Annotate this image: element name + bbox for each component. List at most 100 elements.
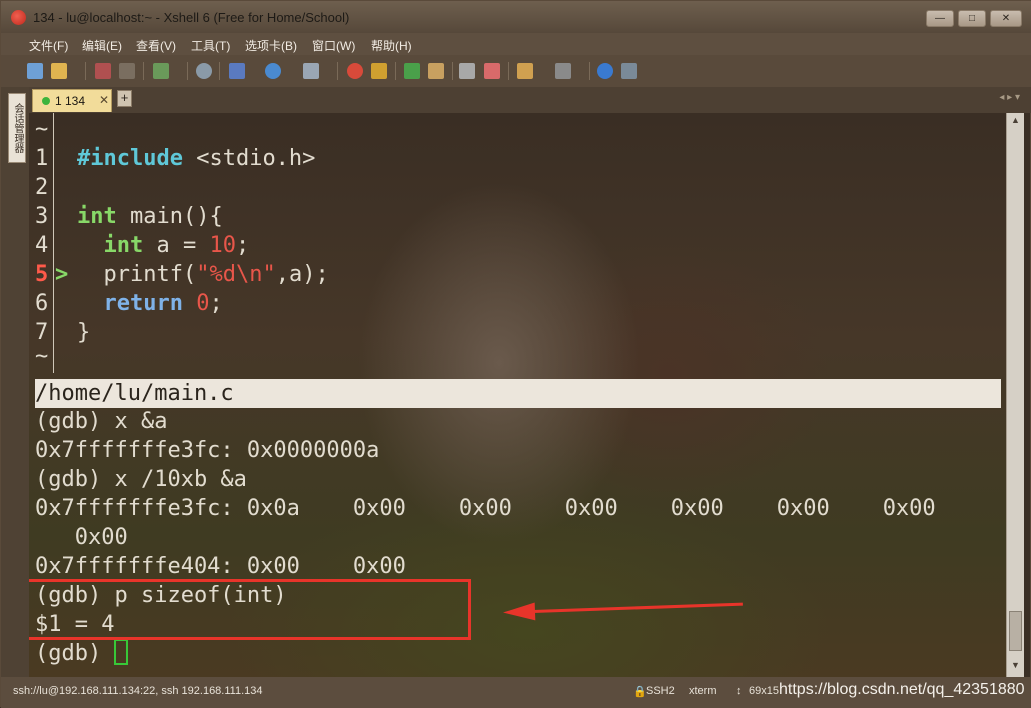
annotation-highlight-box [29, 579, 471, 640]
line-number: 4 [35, 233, 49, 258]
minimize-button[interactable]: — [926, 10, 954, 27]
connected-status-icon [42, 97, 50, 105]
maximize-button[interactable]: □ [958, 10, 986, 27]
chat-icon[interactable] [621, 63, 637, 79]
gdb-prompt-line[interactable]: (gdb) [35, 639, 129, 668]
tab-label: 1 134 [55, 94, 86, 108]
layout-icon[interactable] [555, 63, 571, 79]
terminal-type: xterm [689, 685, 717, 697]
code-token: main(){ [116, 204, 223, 229]
title-bar: 134 - lu@localhost:~ - Xshell 6 (Free fo… [1, 1, 1031, 33]
code-line: int main(){ [77, 202, 223, 231]
protocol-label: SSH2 [646, 685, 675, 697]
empty-line-tilde: ~ [35, 344, 49, 369]
session-manager-tab[interactable]: 会话管理器 [8, 93, 26, 163]
annotation-arrow-head [502, 602, 536, 622]
code-line: return 0; [77, 289, 223, 318]
code-token: #include [77, 146, 183, 171]
scroll-thumb[interactable] [1009, 611, 1022, 651]
code-line: int a = 10; [77, 231, 250, 260]
properties-icon[interactable] [153, 63, 169, 79]
code-token: ,a); [275, 262, 329, 287]
code-token: 10 [209, 233, 236, 258]
terminal-area[interactable]: ~1 #include <stdio.h> 2 3 int main(){ 4 int a… [29, 113, 1006, 677]
code-token: return [103, 291, 183, 316]
line-number: 6 [35, 291, 49, 316]
tab-session-134[interactable]: 1 134 ✕ [32, 89, 112, 112]
scroll-up-icon[interactable]: ▲ [1008, 115, 1023, 130]
menu-tabs[interactable]: 选项卡(B) [245, 37, 297, 54]
highlight-pen-icon[interactable] [484, 63, 500, 79]
source-file-path: /home/lu/main.c [35, 379, 1001, 408]
color-scheme-icon[interactable] [229, 63, 245, 79]
menu-view[interactable]: 查看(V) [136, 37, 176, 54]
code-token: <stdio.h> [182, 146, 316, 171]
csdn-watermark: https://blog.csdn.net/qq_42351880 [779, 681, 1025, 698]
gdb-output-line: 0x7fffffffe3fc: 0x0a 0x00 0x00 0x00 0x00… [35, 496, 936, 521]
code-token: int [77, 204, 117, 229]
globe-icon[interactable] [265, 63, 281, 79]
lock-icon[interactable] [428, 63, 444, 79]
current-line-marker: > [55, 262, 69, 287]
line-number: 2 [35, 175, 49, 200]
gdb-prompt: (gdb) [35, 641, 115, 666]
code-token: ; [235, 233, 250, 258]
menu-bar: 文件(F) 编辑(E) 查看(V) 工具(T) 选项卡(B) 窗口(W) 帮助(… [1, 33, 1031, 55]
annotation-arrow [532, 602, 743, 613]
tab-close-icon[interactable]: ✕ [99, 93, 109, 107]
new-session-icon[interactable] [27, 63, 43, 79]
menu-tools[interactable]: 工具(T) [191, 37, 230, 54]
help-icon[interactable] [597, 63, 613, 79]
new-tab-group-icon[interactable] [517, 63, 533, 79]
toolbar [1, 55, 1031, 87]
keyboard-icon[interactable] [459, 63, 475, 79]
xshell-window: 134 - lu@localhost:~ - Xshell 6 (Free fo… [0, 0, 1031, 708]
add-tab-button[interactable]: + [117, 90, 132, 107]
empty-line-tilde: ~ [35, 117, 49, 142]
gdb-output-line: 0x7fffffffe404: 0x00 0x00 [35, 554, 406, 579]
gdb-output-line: (gdb) x &a [35, 409, 168, 434]
menu-file[interactable]: 文件(F) [29, 37, 68, 54]
code-line: } [77, 318, 90, 347]
code-token: ; [209, 291, 223, 316]
terminal-size-icon: ↕ [736, 685, 742, 697]
tab-bar: 1 134 ✕ + ◂ ▸ ▾ [29, 87, 1031, 113]
window-title: 134 - lu@localhost:~ - Xshell 6 (Free fo… [33, 10, 350, 25]
code-token: 0 [196, 291, 210, 316]
script-icon[interactable] [371, 63, 387, 79]
code-token: a = [143, 233, 210, 258]
terminal-cursor [114, 639, 129, 665]
connect-icon[interactable] [95, 63, 111, 79]
search-icon[interactable] [196, 63, 212, 79]
status-bar: ssh://lu@192.168.111.134:22, ssh 192.168… [1, 677, 1031, 708]
menu-window[interactable]: 窗口(W) [312, 37, 355, 54]
open-folder-icon[interactable] [51, 63, 67, 79]
menu-help[interactable]: 帮助(H) [371, 37, 412, 54]
font-icon[interactable] [303, 63, 319, 79]
gdb-output-line: 0x00 [35, 525, 128, 550]
lock-status-icon: 🔒 [633, 686, 647, 698]
code-token: printf( [77, 262, 197, 287]
side-panel: 会话管理器 [1, 87, 29, 677]
terminal-size: 69x15 [749, 685, 779, 697]
line-number: 1 [35, 146, 49, 171]
close-button[interactable]: ✕ [990, 10, 1022, 27]
code-line: printf("%d\n",a); [77, 260, 329, 289]
scroll-down-icon[interactable]: ▼ [1008, 660, 1023, 675]
disconnect-icon[interactable] [119, 63, 135, 79]
code-line: #include <stdio.h> [77, 144, 315, 173]
tab-navigation-icons[interactable]: ◂ ▸ ▾ [999, 92, 1020, 103]
xshell-logo-icon [11, 10, 26, 25]
xftp-icon[interactable] [347, 63, 363, 79]
code-token: } [77, 320, 91, 345]
terminal-scrollbar[interactable]: ▲ ▼ [1006, 113, 1024, 677]
menu-edit[interactable]: 编辑(E) [82, 37, 122, 54]
code-token: "%d\n" [196, 262, 276, 287]
code-token: int [103, 233, 144, 258]
fullscreen-icon[interactable] [404, 63, 420, 79]
gdb-output-line: 0x7fffffffe3fc: 0x0000000a [35, 438, 380, 463]
line-number: 3 [35, 204, 49, 229]
